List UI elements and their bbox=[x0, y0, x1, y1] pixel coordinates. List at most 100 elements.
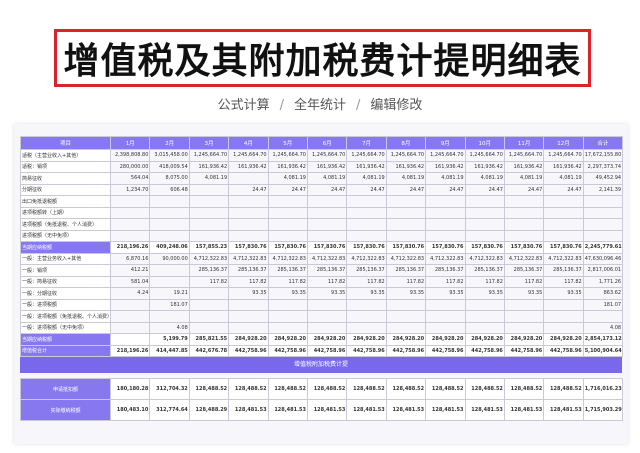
table-cell[interactable]: 285,136.37 bbox=[188, 264, 230, 277]
table-cell[interactable] bbox=[149, 310, 190, 323]
table-cell[interactable] bbox=[306, 298, 348, 311]
table-cell[interactable]: 180,483.10 bbox=[109, 399, 151, 421]
table-cell[interactable]: 8,075.00 bbox=[149, 172, 190, 185]
table-cell[interactable]: 128,481.53 bbox=[228, 399, 269, 421]
table-cell[interactable]: 17,672,155.80 bbox=[582, 149, 624, 162]
table-cell[interactable] bbox=[267, 298, 308, 311]
table-cell[interactable]: 24.47 bbox=[306, 183, 348, 196]
table-cell[interactable] bbox=[267, 321, 308, 334]
table-cell[interactable]: 4,712,322.83 bbox=[425, 252, 466, 265]
table-cell[interactable]: 4.08 bbox=[582, 321, 624, 334]
table-cell[interactable] bbox=[385, 229, 427, 242]
table-cell[interactable]: 161,936.42 bbox=[306, 160, 348, 173]
table-cell[interactable]: 4,712,322.83 bbox=[385, 252, 427, 265]
table-cell[interactable] bbox=[464, 298, 505, 311]
table-cell[interactable]: 24.47 bbox=[267, 183, 308, 196]
table-cell[interactable]: 157,830.76 bbox=[425, 241, 466, 254]
table-cell[interactable]: 117.82 bbox=[188, 275, 230, 288]
table-cell[interactable]: 442,758.96 bbox=[543, 344, 584, 357]
table-cell[interactable]: 4.08 bbox=[149, 321, 190, 334]
row-label[interactable]: 进项税额（免抵退税、个人消费） bbox=[20, 218, 111, 231]
table-cell[interactable]: 1,245,664.70 bbox=[306, 149, 348, 162]
table-cell[interactable]: 128,488.52 bbox=[306, 378, 348, 400]
table-cell[interactable]: 414,447.85 bbox=[149, 344, 190, 357]
table-cell[interactable]: 863.62 bbox=[582, 287, 624, 300]
table-cell[interactable]: 1,245,664.70 bbox=[543, 149, 584, 162]
table-cell[interactable] bbox=[543, 195, 584, 208]
table-cell[interactable]: 418,009.54 bbox=[149, 160, 190, 173]
table-cell[interactable] bbox=[425, 229, 466, 242]
table-cell[interactable]: 1,245,664.70 bbox=[267, 149, 308, 162]
table-cell[interactable]: 24.47 bbox=[385, 183, 427, 196]
table-cell[interactable]: 1,716,016.23 bbox=[582, 378, 624, 400]
table-cell[interactable] bbox=[109, 333, 151, 346]
row-label[interactable]: 一般：进项税额 bbox=[20, 298, 111, 311]
table-cell[interactable]: 1,245,664.70 bbox=[188, 149, 230, 162]
table-cell[interactable]: 161,936.42 bbox=[267, 160, 308, 173]
row-label[interactable]: 实际缴纳税额 bbox=[20, 399, 111, 421]
table-cell[interactable]: 284,928.20 bbox=[346, 333, 387, 346]
table-cell[interactable] bbox=[267, 206, 308, 219]
table-cell[interactable]: 128,488.52 bbox=[346, 378, 387, 400]
table-cell[interactable]: 24.47 bbox=[228, 183, 269, 196]
table-cell[interactable] bbox=[306, 195, 348, 208]
table-cell[interactable] bbox=[464, 206, 505, 219]
row-label[interactable]: 一般：简易征收 bbox=[20, 275, 111, 288]
table-cell[interactable]: 284,928.20 bbox=[228, 333, 269, 346]
table-cell[interactable]: 161,936.42 bbox=[503, 160, 545, 173]
table-cell[interactable]: 128,488.29 bbox=[188, 399, 230, 421]
table-cell[interactable] bbox=[346, 229, 387, 242]
table-cell[interactable]: 1,245,664.70 bbox=[464, 149, 505, 162]
table-cell[interactable] bbox=[385, 298, 427, 311]
row-label[interactable]: 一般：进项税额（免抵退税、个人消费） bbox=[20, 310, 111, 323]
table-cell[interactable] bbox=[503, 310, 545, 323]
table-cell[interactable]: 312,774.64 bbox=[149, 399, 190, 421]
table-cell[interactable]: 442,758.96 bbox=[425, 344, 466, 357]
table-cell[interactable]: 285,136.37 bbox=[425, 264, 466, 277]
table-cell[interactable] bbox=[385, 310, 427, 323]
table-cell[interactable] bbox=[267, 195, 308, 208]
table-cell[interactable] bbox=[543, 229, 584, 242]
table-cell[interactable]: 161,936.42 bbox=[228, 160, 269, 173]
table-cell[interactable]: 128,488.52 bbox=[425, 378, 466, 400]
table-cell[interactable] bbox=[109, 310, 151, 323]
table-cell[interactable]: 161,936.42 bbox=[464, 160, 505, 173]
table-cell[interactable] bbox=[267, 310, 308, 323]
table-cell[interactable]: 157,830.76 bbox=[306, 241, 348, 254]
table-cell[interactable]: 161,936.42 bbox=[346, 160, 387, 173]
table-cell[interactable] bbox=[188, 206, 230, 219]
table-cell[interactable]: 4,712,322.83 bbox=[306, 252, 348, 265]
table-cell[interactable]: 4,712,322.83 bbox=[464, 252, 505, 265]
table-cell[interactable] bbox=[503, 321, 545, 334]
table-cell[interactable] bbox=[346, 298, 387, 311]
table-cell[interactable]: 19.21 bbox=[149, 287, 190, 300]
table-cell[interactable]: 4,081.19 bbox=[464, 172, 505, 185]
table-cell[interactable] bbox=[188, 321, 230, 334]
table-cell[interactable]: 4,081.19 bbox=[267, 172, 308, 185]
row-label[interactable]: 进项税额转（上期） bbox=[20, 206, 111, 219]
table-cell[interactable]: 157,830.76 bbox=[346, 241, 387, 254]
table-cell[interactable]: 442,758.96 bbox=[503, 344, 545, 357]
table-cell[interactable] bbox=[503, 206, 545, 219]
row-label[interactable]: 一般：销项 bbox=[20, 264, 111, 277]
table-cell[interactable] bbox=[425, 206, 466, 219]
table-cell[interactable] bbox=[582, 310, 624, 323]
table-cell[interactable] bbox=[109, 321, 151, 334]
table-cell[interactable] bbox=[228, 218, 269, 231]
table-cell[interactable]: 117.82 bbox=[228, 275, 269, 288]
row-label[interactable]: 适税（主营业收入+其他） bbox=[20, 149, 111, 162]
table-cell[interactable]: 1,245,664.70 bbox=[503, 149, 545, 162]
table-cell[interactable]: 1,245,664.70 bbox=[346, 149, 387, 162]
table-cell[interactable] bbox=[188, 229, 230, 242]
table-cell[interactable] bbox=[109, 298, 151, 311]
table-cell[interactable] bbox=[582, 218, 624, 231]
table-cell[interactable] bbox=[464, 195, 505, 208]
table-cell[interactable]: 2,817,006.01 bbox=[582, 264, 624, 277]
table-cell[interactable]: 93.35 bbox=[503, 287, 545, 300]
table-cell[interactable]: 24.47 bbox=[464, 183, 505, 196]
table-cell[interactable]: 2,297,373.74 bbox=[582, 160, 624, 173]
table-cell[interactable]: 442,758.96 bbox=[228, 344, 269, 357]
table-cell[interactable] bbox=[543, 218, 584, 231]
table-cell[interactable]: 2,398,808.80 bbox=[109, 149, 151, 162]
table-cell[interactable] bbox=[228, 229, 269, 242]
